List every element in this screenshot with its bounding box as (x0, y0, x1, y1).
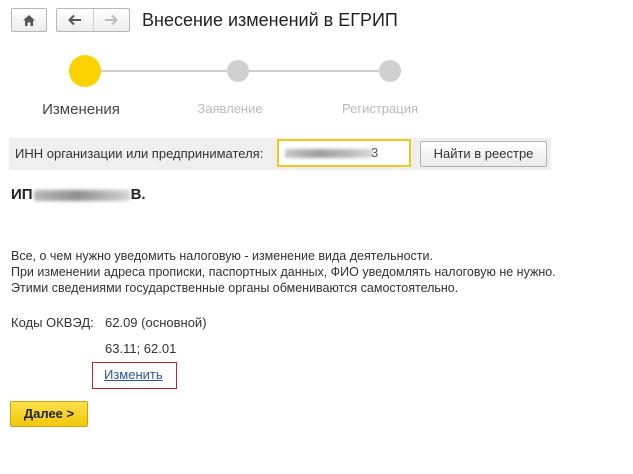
info-line-1: Все, о чем нужно уведомить налоговую - и… (11, 249, 433, 263)
back-button[interactable] (57, 9, 93, 31)
entrepreneur-name: ИП В. (11, 185, 146, 205)
info-line-3: Этими сведениями государственные органы … (11, 281, 459, 295)
change-okved-link[interactable]: Изменить (104, 367, 163, 382)
step-label-changes: Изменения (42, 101, 120, 118)
arrow-right-icon (105, 14, 119, 26)
home-button[interactable] (11, 8, 47, 32)
okved-main-code: 62.09 (основной) (105, 315, 207, 330)
step-label-registration: Регистрация (342, 101, 418, 116)
inn-label: ИНН организации или предпринимателя: (15, 146, 264, 161)
info-line-2: При изменении адреса прописки, паспортны… (11, 265, 556, 279)
next-button[interactable]: Далее > (10, 401, 88, 427)
okved-extra-codes: 63.11; 62.01 (105, 341, 177, 356)
redacted-inn-value (285, 149, 373, 158)
step-dot-changes (69, 55, 101, 87)
step-dot-registration (379, 60, 401, 82)
forward-button[interactable] (92, 9, 130, 31)
home-icon (23, 14, 35, 26)
inn-input[interactable]: 3 (277, 139, 411, 167)
page-title: Внесение изменений в ЕГРИП (142, 10, 398, 30)
info-text: Все, о чем нужно уведомить налоговую - и… (11, 248, 556, 296)
inn-search-panel: ИНН организации или предпринимателя: 3 Н… (9, 138, 551, 170)
navigation-group (56, 8, 130, 32)
entrepreneur-suffix: В. (130, 186, 146, 203)
step-dot-application (227, 60, 249, 82)
okved-label: Коды ОКВЭД: (11, 315, 94, 330)
find-in-registry-button[interactable]: Найти в реестре (420, 141, 547, 167)
redacted-name (33, 189, 130, 201)
inn-value-suffix: 3 (371, 145, 379, 160)
entrepreneur-prefix: ИП (11, 186, 33, 203)
step-label-application: Заявление (197, 101, 263, 116)
arrow-left-icon (67, 14, 81, 26)
